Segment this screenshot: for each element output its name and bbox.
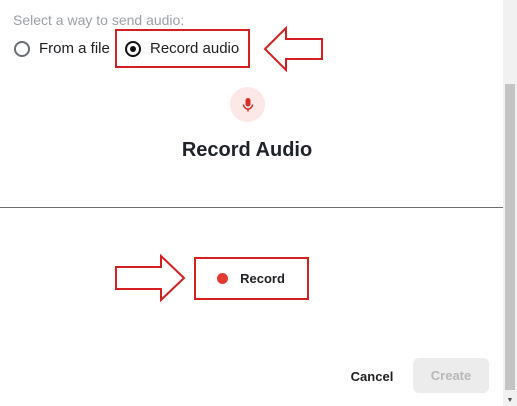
scroll-down-arrow-icon[interactable]: ▼ bbox=[503, 394, 517, 406]
radio-from-file-label: From a file bbox=[39, 40, 110, 57]
annotation-arrow-left bbox=[263, 25, 323, 73]
annotation-box-record bbox=[194, 257, 309, 300]
radio-circle-unchecked[interactable] bbox=[14, 40, 30, 57]
section-divider bbox=[0, 207, 503, 208]
create-button[interactable]: Create bbox=[413, 358, 489, 393]
microphone-glyph bbox=[242, 97, 253, 111]
annotation-box-record-audio bbox=[115, 29, 250, 68]
annotation-arrow-right bbox=[115, 253, 186, 303]
scrollbar-thumb[interactable] bbox=[505, 84, 515, 390]
send-audio-prompt: Select a way to send audio: bbox=[13, 12, 185, 28]
record-audio-title: Record Audio bbox=[181, 139, 313, 161]
cancel-button[interactable]: Cancel bbox=[341, 362, 403, 390]
radio-from-file[interactable]: From a file bbox=[14, 40, 110, 57]
microphone-icon bbox=[230, 87, 265, 122]
